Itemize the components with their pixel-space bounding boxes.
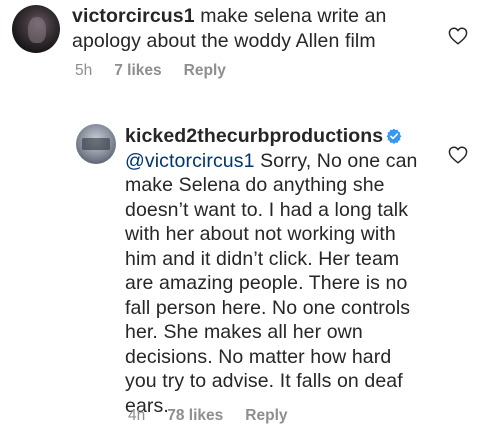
- heart-outline-icon[interactable]: [448, 146, 468, 164]
- reply-button[interactable]: Reply: [184, 62, 226, 80]
- comment-body: Sorry, No one can make Selena do anythin…: [125, 149, 418, 417]
- comments-screen: { "comments": [ { "username": "victorcir…: [0, 0, 482, 441]
- comment-meta: 5h 7 likes Reply: [75, 62, 226, 80]
- comment-text: kicked2thecurbproductions @victorcircus1…: [125, 124, 425, 418]
- comment-meta: 4h 78 likes Reply: [128, 407, 288, 425]
- avatar[interactable]: [12, 5, 60, 53]
- comment-username[interactable]: kicked2thecurbproductions: [125, 125, 383, 147]
- comment-time: 4h: [128, 407, 146, 424]
- avatar[interactable]: [76, 124, 116, 164]
- comment-username[interactable]: victorcircus1: [72, 5, 195, 27]
- reply-button[interactable]: Reply: [245, 407, 287, 425]
- comment-time: 5h: [75, 62, 93, 79]
- heart-outline-icon[interactable]: [448, 27, 468, 45]
- mention-link[interactable]: @victorcircus1: [125, 150, 255, 172]
- comment-likes[interactable]: 78 likes: [167, 407, 223, 425]
- comment-text: victorcircus1 make selena write an apolo…: [72, 4, 432, 53]
- verified-badge-icon: [386, 128, 402, 144]
- comment-likes[interactable]: 7 likes: [114, 62, 161, 80]
